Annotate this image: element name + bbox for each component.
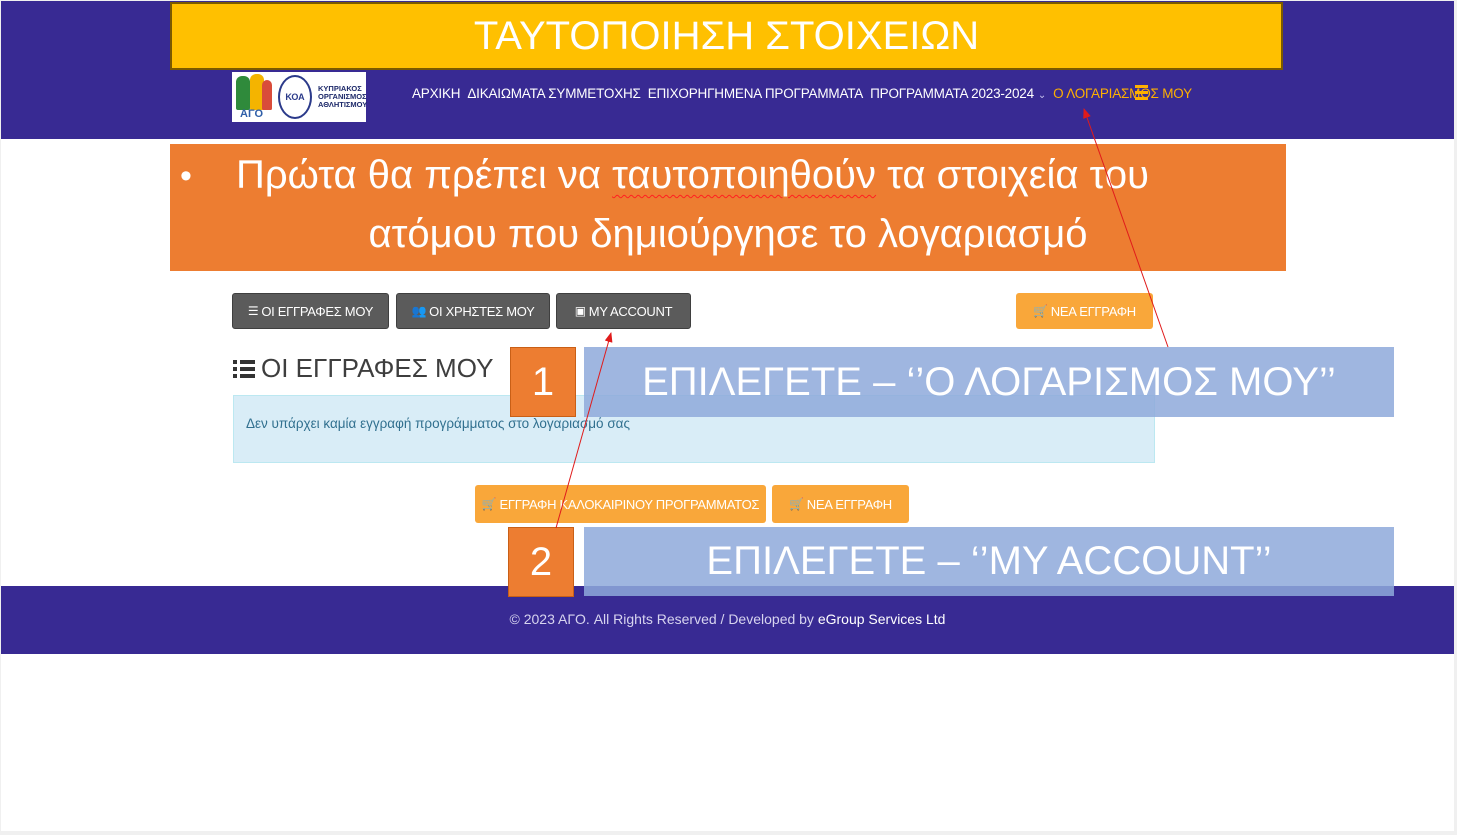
id-card-icon: ▣: [574, 304, 586, 318]
step-1-number: 1: [510, 347, 576, 417]
chevron-down-icon: ⌄: [1037, 90, 1047, 101]
new-registration-button-bottom[interactable]: 🛒 ΝΕΑ ΕΓΓΡΑΦΗ: [772, 485, 909, 523]
presentation-slide: ΑΓΟ ΚΟΑ ΚΥΠΡΙΑΚΟΣ ΟΡΓΑΝΙΣΜΟΣ ΑΘΛΗΤΙΣΜΟΥ …: [1, 1, 1454, 831]
cart-icon: 🛒: [1033, 304, 1048, 318]
step-1-label: ΕΠΙΛΕΓΕΤΕ – ‘’Ο ΛΟΓΑΡΙΣΜΟΣ ΜΟΥ’’: [584, 347, 1394, 417]
my-users-button[interactable]: 👥 ΟΙ ΧΡΗΣΤΕΣ ΜΟΥ: [396, 293, 550, 329]
callout-line-1: Πρώτα θα πρέπει να ταυτοποιηθούν τα στοι…: [236, 153, 1150, 197]
koa-emblem: ΚΟΑ: [278, 75, 312, 119]
nav-item-home[interactable]: ΑΡΧΙΚΗ: [412, 86, 461, 101]
nav-item-subsidized-programs[interactable]: ΕΠΙΧΟΡΗΓΗΜΕΝΑ ΠΡΟΓΡΑΜΜΑΤΑ: [648, 86, 864, 101]
cart-icon: 🛒: [789, 497, 804, 511]
developer-link[interactable]: eGroup Services Ltd: [818, 611, 946, 627]
footer-copyright: © 2023 ΑΓΟ. All Rights Reserved / Develo…: [509, 611, 946, 627]
ago-logo: ΑΓΟ: [232, 72, 276, 122]
section-title: ΟΙ ΕΓΓΡΑΦΕΣ ΜΟΥ: [233, 353, 493, 384]
new-registration-button-top[interactable]: 🛒 ΝΕΑ ΕΓΓΡΑΦΗ: [1016, 293, 1153, 329]
site-logo[interactable]: ΑΓΟ ΚΟΑ ΚΥΠΡΙΑΚΟΣ ΟΡΓΑΝΙΣΜΟΣ ΑΘΛΗΤΙΣΜΟΥ: [232, 72, 368, 122]
hamburger-menu-icon[interactable]: [1135, 85, 1148, 100]
alert-message: Δεν υπάρχει καμία εγγραφή προγράμματος σ…: [246, 416, 630, 431]
users-icon: 👥: [411, 304, 427, 318]
ago-logo-text: ΑΓΟ: [240, 108, 264, 120]
nav-item-my-account[interactable]: Ο ΛΟΓΑΡΙΑΣΜΟΣ ΜΟΥ: [1053, 86, 1192, 101]
instruction-callout: • Πρώτα θα πρέπει να ταυτοποιηθούν τα στ…: [170, 144, 1286, 271]
bullet-point: •: [180, 157, 192, 195]
main-nav: ΑΡΧΙΚΗ ΔΙΚΑΙΩΜΑΤΑ ΣΥΜΜΕΤΟΧΗΣ ΕΠΙΧΟΡΗΓΗΜΕ…: [412, 86, 1192, 101]
koa-logo-text: ΚΥΠΡΙΑΚΟΣ ΟΡΓΑΝΙΣΜΟΣ ΑΘΛΗΤΙΣΜΟΥ: [318, 84, 368, 109]
step-2-label: ΕΠΙΛΕΓΕΤΕ – ‘’MY ACCOUNT’’: [584, 527, 1394, 596]
spellcheck-word: ταυτοποιηθούν: [612, 153, 877, 197]
cart-icon: 🛒: [481, 497, 497, 511]
callout-line-2: ατόμου που δημιούργησε το λογαριασμό: [368, 212, 1088, 256]
list-icon: [233, 359, 255, 379]
my-registrations-button[interactable]: ☰ ΟΙ ΕΓΓΡΑΦΕΣ ΜΟΥ: [232, 293, 389, 329]
summer-program-registration-button[interactable]: 🛒 ΕΓΓΡΑΦΗ ΚΑΛΟΚΑΙΡΙΝΟΥ ΠΡΟΓΡΑΜΜΑΤΟΣ: [475, 485, 766, 523]
nav-item-programs-2023-2024[interactable]: ΠΡΟΓΡΑΜΜΑΤΑ 2023-2024 ⌄: [870, 86, 1046, 101]
list-icon: ☰: [247, 304, 259, 318]
step-2-number: 2: [508, 527, 574, 597]
slide-title: ΤΑΥΤΟΠΟΙΗΣΗ ΣΤΟΙΧΕΙΩΝ: [170, 2, 1283, 70]
my-account-button[interactable]: ▣ MY ACCOUNT: [556, 293, 691, 329]
nav-item-eligibility[interactable]: ΔΙΚΑΙΩΜΑΤΑ ΣΥΜΜΕΤΟΧΗΣ: [467, 86, 641, 101]
